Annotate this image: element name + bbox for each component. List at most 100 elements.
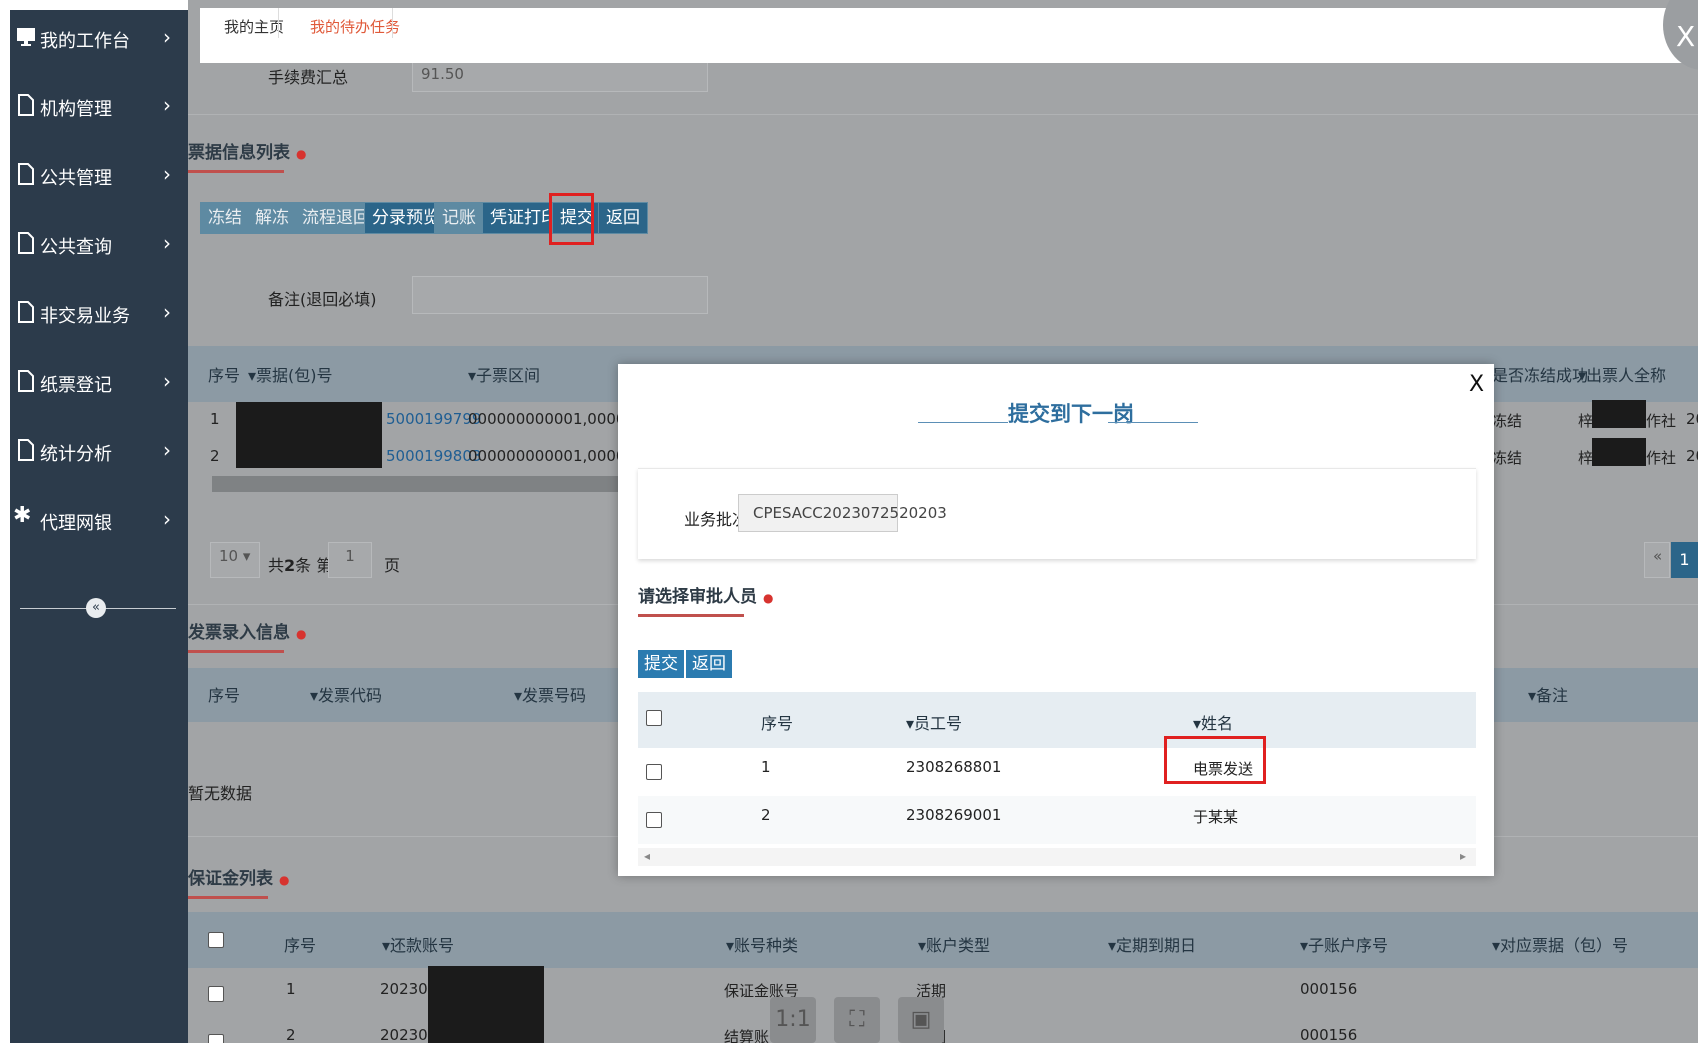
column-header[interactable]: ▾发票代码 [310,682,382,706]
row-checkbox[interactable] [208,1034,224,1043]
freeze-button[interactable]: 冻结 [200,202,250,234]
close-icon[interactable]: X [1469,372,1484,397]
table-cell: 2 [761,806,771,824]
table-cell: 梓 [1578,412,1594,430]
column-header[interactable]: ▾姓名 [1193,710,1233,734]
unfreeze-button[interactable]: 解冻 [247,202,297,234]
chevron-right-icon: › [163,93,171,117]
tab-bar: 我的主页 我的待办任务 [200,8,1698,63]
table-cell: 作社 [1646,449,1677,467]
document-icon [18,439,34,461]
sidebar: 我的工作台 › 机构管理 › 公共管理 › 公共查询 › 非交易业务 › 纸票登… [10,10,188,1043]
section-underline [188,170,284,173]
table-cell: 1 [286,980,296,998]
table-cell: 2308269001 [906,806,1002,824]
sidebar-item-label: 纸票登记 [40,375,112,396]
sidebar-item-public-mgmt[interactable]: 公共管理 › [10,155,188,195]
column-header: 序号 [761,714,794,733]
chevron-right-icon: › [163,300,171,324]
fullscreen-icon[interactable]: ▣ [898,997,944,1043]
table-cell: 冻结 [1492,449,1523,467]
empty-text: 暂无数据 [188,784,253,803]
section-underline [638,614,744,617]
approver-section-title: 请选择审批人员 ● [638,587,774,607]
row-checkbox[interactable] [646,764,662,780]
column-header[interactable]: ▾备注 [1528,682,1568,706]
actual-size-button[interactable]: 1:1 [770,997,816,1043]
sidebar-item-statistics[interactable]: 统计分析 › [10,431,188,471]
table-cell: 梓 [1578,449,1594,467]
chevron-right-icon: › [163,369,171,393]
table-cell: 1 [761,758,771,776]
scroll-left-icon[interactable]: ◂ [644,849,650,863]
tab-divider [392,8,393,38]
column-header[interactable]: ▾员工号 [906,710,962,734]
monitor-icon [17,28,35,46]
prev-page-button[interactable]: « [1644,542,1670,578]
bookkeeping-button[interactable]: 记账 [434,202,484,234]
row-checkbox[interactable] [646,812,662,828]
chevron-right-icon: › [163,231,171,255]
column-header[interactable]: ▾子票区间 [468,362,540,386]
table-cell: 1 [210,410,220,428]
return-button[interactable]: 返回 [598,202,648,234]
section-underline [188,650,284,653]
remark-label: 备注(退回必填) [268,290,377,309]
chevron-right-icon: › [163,25,171,49]
dialog-submit-button[interactable]: 提交 [638,650,684,678]
column-header[interactable]: ▾对应票据（包）号 [1492,932,1628,956]
select-all-checkbox[interactable] [208,932,224,948]
dialog-back-button[interactable]: 返回 [686,650,732,678]
fee-summary-value: 91.50 [412,60,708,92]
current-page-button[interactable]: 1 [1671,542,1698,578]
horizontal-scrollbar[interactable] [638,848,1476,866]
column-header[interactable]: ▾账户类型 [918,932,990,956]
table-cell: 000156 [1300,980,1358,998]
batch-number-field: CPESACC2023072520203 [738,494,947,532]
horizontal-scrollbar[interactable] [212,476,622,492]
table-cell: 冻结 [1492,412,1523,430]
chevron-right-icon: › [163,438,171,462]
sidebar-item-paper-bill[interactable]: 纸票登记 › [10,362,188,402]
redaction [1592,438,1646,466]
column-header[interactable]: ▾还款账号 [382,932,454,956]
collapse-sidebar-button[interactable]: « [86,598,106,618]
sidebar-item-label: 公共查询 [40,237,112,258]
sidebar-item-label: 非交易业务 [40,306,130,327]
page-number-input[interactable]: 1 [328,542,372,578]
row-checkbox[interactable] [208,986,224,1002]
column-header[interactable]: ▾定期到期日 [1108,932,1196,956]
submit-dialog: X 提交到下一岗 业务批次号 CPESACC2023072520203 请选择审… [618,364,1494,876]
column-header[interactable]: ▾子账户序号 [1300,932,1388,956]
sidebar-item-workbench[interactable]: 我的工作台 › [10,18,188,58]
table-cell: 于某某 [1193,808,1239,826]
invoice-section-title: 发票录入信息 ● [188,623,307,643]
close-icon[interactable]: X [1676,20,1695,53]
column-header[interactable]: 是否冻结成功 [1492,362,1588,386]
sidebar-item-non-trade[interactable]: 非交易业务 › [10,293,188,333]
tab-todo[interactable]: 我的待办任务 [310,16,400,37]
redaction [236,402,382,468]
sidebar-item-org[interactable]: 机构管理 › [10,86,188,126]
tab-divider [278,8,279,38]
column-header[interactable]: ▾账号种类 [726,932,798,956]
table-cell: 2308268801 [906,758,1002,776]
fit-screen-icon[interactable]: ⛶ [834,997,880,1043]
pager-text: 页 [384,556,401,575]
table-cell: 2 [210,447,220,465]
column-header: 序号 [208,686,241,705]
column-header[interactable]: ▾出票人全称 [1578,362,1666,386]
column-header[interactable]: ▾发票号码 [514,682,586,706]
table-cell: 作社 [1646,412,1677,430]
document-icon [18,232,34,254]
column-header: 序号 [208,366,241,385]
column-header[interactable]: ▾票据(包)号 [248,362,333,386]
scroll-right-icon[interactable]: ▸ [1460,849,1466,863]
tab-home[interactable]: 我的主页 [224,16,284,37]
sidebar-item-public-query[interactable]: 公共查询 › [10,224,188,264]
chevron-right-icon: › [163,162,171,186]
remark-input[interactable] [412,276,708,314]
page-size-select[interactable]: 10 ▾ [210,542,260,578]
select-all-checkbox[interactable] [646,710,662,726]
sidebar-item-agent-ebank[interactable]: ✱ 代理网银 › [10,500,188,540]
